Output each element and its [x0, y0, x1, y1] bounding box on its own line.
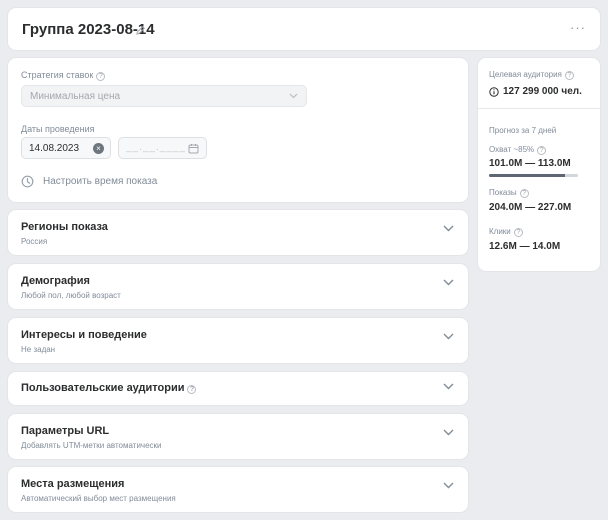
impressions-label-text: Показы	[489, 188, 517, 197]
group-header: Группа 2023-08-14 ···	[8, 8, 600, 50]
settings-card: Стратегия ставок? Минимальная цена Даты …	[8, 58, 468, 202]
section-title: Пользовательские аудитории	[21, 382, 185, 394]
reach-label-text: Охват ~85%	[489, 145, 535, 154]
reach-progress-fill	[489, 174, 565, 177]
clicks-label: Клики?	[489, 227, 523, 237]
section-title-row: Пользовательские аудитории?	[21, 382, 197, 394]
impressions-label: Показы?	[489, 188, 529, 198]
dates-label: Даты проведения	[21, 124, 95, 134]
reach-progress-bar	[489, 174, 578, 177]
bid-strategy-label-text: Стратегия ставок	[21, 70, 94, 80]
help-icon[interactable]: ?	[519, 189, 529, 198]
section-title: Места размещения	[21, 478, 125, 490]
section-title: Интересы и поведение	[21, 329, 147, 341]
chevron-down-icon	[443, 333, 454, 340]
clicks-label-text: Клики	[489, 227, 511, 236]
help-icon[interactable]: ?	[96, 72, 106, 81]
reach-label: Охват ~85%?	[489, 145, 547, 155]
help-icon[interactable]: ?	[564, 71, 574, 80]
chevron-down-icon	[443, 429, 454, 436]
divider	[478, 108, 600, 109]
target-audience-label: Целевая аудитория?	[489, 70, 574, 80]
clock-icon	[21, 175, 34, 187]
help-icon[interactable]: ?	[513, 228, 523, 237]
section-subtitle: Любой пол, любой возраст	[21, 291, 121, 300]
configure-show-time-button[interactable]: Настроить время показа	[21, 174, 157, 188]
section-title: Регионы показа	[21, 221, 108, 233]
configure-show-time-label: Настроить время показа	[43, 175, 158, 187]
end-date-placeholder: __.__.____	[126, 142, 187, 153]
section-title: Параметры URL	[21, 425, 110, 437]
impressions-value: 204.0M — 227.0M	[489, 202, 572, 213]
target-audience-value: 127 299 000 чел.	[503, 86, 582, 97]
section-subtitle: Автоматический выбор мест размещения	[21, 494, 176, 503]
info-icon	[489, 86, 499, 97]
section-title: Демография	[21, 275, 90, 287]
section-url-params[interactable]: Параметры URL Добавлять UTM-метки автома…	[8, 414, 468, 459]
help-icon[interactable]: ?	[537, 146, 547, 155]
section-placements[interactable]: Места размещения Автоматический выбор ме…	[8, 467, 468, 512]
section-subtitle: Добавлять UTM-метки автоматически	[21, 441, 162, 450]
section-interests[interactable]: Интересы и поведение Не задан	[8, 318, 468, 363]
forecast-label: Прогноз за 7 дней	[489, 126, 557, 135]
target-audience-row: 127 299 000 чел.	[489, 86, 582, 97]
chevron-down-icon	[443, 383, 454, 390]
chevron-down-icon	[443, 482, 454, 489]
help-icon[interactable]: ?	[187, 385, 197, 394]
chevron-down-icon	[443, 279, 454, 286]
edit-title-pencil-icon[interactable]	[135, 23, 146, 41]
section-demography[interactable]: Демография Любой пол, любой возраст	[8, 264, 468, 309]
start-date-value: 14.08.2023	[29, 143, 80, 154]
clear-date-icon[interactable]: ×	[93, 143, 104, 154]
clicks-value: 12.6M — 14.0M	[489, 241, 561, 252]
end-date-input[interactable]: __.__.____	[118, 137, 207, 159]
more-options-icon[interactable]: ···	[570, 20, 586, 35]
chevron-down-icon	[289, 93, 298, 99]
calendar-icon[interactable]	[188, 143, 199, 154]
section-regions[interactable]: Регионы показа Россия	[8, 210, 468, 255]
target-audience-label-text: Целевая аудитория	[489, 70, 562, 79]
start-date-input[interactable]: 14.08.2023 ×	[21, 137, 111, 159]
bid-strategy-label: Стратегия ставок?	[21, 70, 106, 81]
section-subtitle: Не задан	[21, 345, 56, 354]
bid-strategy-value: Минимальная цена	[30, 91, 121, 102]
section-custom-audiences[interactable]: Пользовательские аудитории?	[8, 372, 468, 405]
reach-value: 101.0M — 113.0M	[489, 158, 571, 169]
chevron-down-icon	[443, 225, 454, 232]
bid-strategy-select[interactable]: Минимальная цена	[21, 85, 307, 107]
audience-card: Целевая аудитория? 127 299 000 чел. Прог…	[478, 58, 600, 271]
section-subtitle: Россия	[21, 237, 48, 246]
